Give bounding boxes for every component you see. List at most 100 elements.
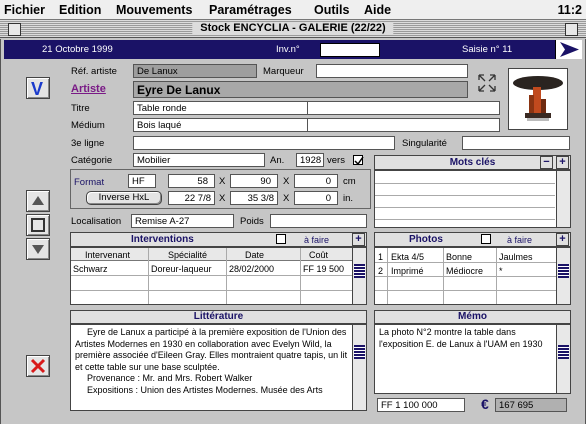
price-euro-field[interactable]: 167 695 — [495, 398, 567, 412]
interventions-scrollbar[interactable] — [352, 248, 366, 304]
titre-field-2[interactable] — [307, 101, 500, 115]
photo-quality: Médiocre — [446, 266, 484, 276]
plus-icon: + — [355, 233, 362, 245]
memo-header: Mémo — [374, 310, 571, 324]
mots-cles-add-button[interactable]: + — [556, 156, 569, 169]
litterature-paragraph: Eyre de Lanux a participé à la première … — [75, 327, 348, 372]
marqueur-field[interactable] — [316, 64, 468, 78]
inv-label: Inv.n° — [276, 44, 300, 55]
arrow-up-icon — [32, 196, 44, 205]
ligne3-label: 3e ligne — [71, 138, 105, 149]
litterature-textarea[interactable]: Eyre de Lanux a participé à la première … — [70, 324, 367, 411]
photos-a-faire-label: à faire — [507, 235, 533, 245]
interventions-table[interactable]: Intervenant Spécialité Date Coût Schwarz… — [70, 247, 367, 305]
window-close-box[interactable] — [8, 23, 21, 36]
table-row[interactable]: 1 Ekta 4/5 Bonne Jaulmes — [375, 250, 556, 263]
poids-field[interactable] — [270, 214, 367, 228]
row-specialite: Doreur-laqueur — [151, 264, 212, 274]
photo-num: 2 — [378, 266, 384, 276]
memo-textarea[interactable]: La photo N°2 montre la table dans l'expo… — [374, 324, 571, 394]
singularite-field[interactable] — [462, 136, 570, 150]
width-cm-field[interactable]: 90 — [230, 174, 278, 188]
width-in-field[interactable]: 35 3/8 — [230, 191, 278, 205]
next-record-button[interactable] — [26, 238, 50, 260]
scroll-thumb[interactable] — [354, 264, 365, 278]
menu-clock: 11:2 — [557, 3, 582, 17]
photos-a-faire-checkbox[interactable] — [481, 234, 491, 244]
photo-type: Imprimé — [391, 266, 424, 276]
table-row[interactable]: Schwarz Doreur-laqueur 28/02/2000 FF 19 … — [71, 262, 352, 276]
menu-bar: Fichier Edition Mouvements Paramétrages … — [0, 0, 586, 20]
next-record-arrow-icon[interactable] — [555, 40, 582, 59]
depth-cm-field[interactable]: 0 — [294, 174, 338, 188]
medium-field[interactable]: Bois laqué — [133, 118, 308, 132]
menu-parametrages[interactable]: Paramétrages — [209, 3, 292, 17]
in-unit: in. — [343, 193, 354, 204]
scroll-thumb[interactable] — [354, 345, 365, 359]
height-in-field[interactable]: 22 7/8 — [168, 191, 215, 205]
ref-artiste-field[interactable]: De Lanux — [133, 64, 257, 78]
photos-add-button[interactable]: + — [556, 233, 569, 246]
mots-cles-list[interactable] — [374, 170, 571, 228]
scroll-thumb[interactable] — [558, 264, 569, 278]
previous-record-button[interactable] — [26, 190, 50, 212]
categorie-label: Catégorie — [71, 155, 113, 166]
artwork-thumbnail[interactable] — [508, 68, 568, 130]
menu-fichier[interactable]: Fichier — [4, 3, 45, 17]
interventions-a-faire-checkbox[interactable] — [276, 234, 286, 244]
interventions-column-header: Intervenant Spécialité Date Coût — [71, 248, 352, 261]
categorie-field[interactable]: Mobilier — [133, 153, 265, 167]
inverse-hxl-button[interactable]: Inverse HxL — [86, 191, 162, 205]
svg-text:V: V — [31, 79, 43, 98]
table-row[interactable]: 2 Imprimé Médiocre * — [375, 263, 556, 277]
vers-checkbox[interactable] — [353, 155, 364, 166]
photos-title: Photos — [409, 234, 443, 245]
window-zoom-box[interactable] — [565, 23, 578, 36]
litterature-header: Littérature — [70, 310, 367, 324]
ref-artiste-label: Réf. artiste — [71, 66, 117, 77]
mots-cles-scrollbar[interactable] — [556, 171, 570, 227]
menu-mouvements[interactable]: Mouvements — [116, 3, 192, 17]
depth-in-field[interactable]: 0 — [294, 191, 338, 205]
litterature-paragraph: Provenance : Mr. and Mrs. Robert Walker — [87, 373, 253, 383]
vers-label: vers — [327, 155, 345, 166]
medium-field-2[interactable] — [307, 118, 500, 132]
plus-icon: + — [559, 233, 566, 245]
validate-button[interactable]: V — [26, 77, 50, 99]
artiste-field[interactable]: Eyre De Lanux — [133, 81, 468, 98]
red-x-icon — [30, 358, 46, 374]
x-separator: X — [283, 193, 290, 204]
interventions-title: Interventions — [131, 234, 194, 245]
stop-button[interactable] — [26, 214, 50, 236]
price-ff-value: 1 100 000 — [395, 400, 438, 411]
ligne3-field[interactable] — [133, 136, 395, 150]
memo-scrollbar[interactable] — [556, 325, 570, 393]
mots-cles-remove-button[interactable]: − — [540, 156, 553, 169]
height-cm-field[interactable]: 58 — [168, 174, 215, 188]
photo-quality: Bonne — [446, 252, 473, 262]
litterature-scrollbar[interactable] — [352, 325, 366, 410]
window-title-bar[interactable]: Stock ENCYCLIA - GALERIE (22/22) — [0, 20, 586, 38]
mots-cles-title: Mots clés — [449, 157, 496, 168]
photos-scrollbar[interactable] — [556, 248, 570, 304]
price-ff-field[interactable]: FF 1 100 000 — [377, 398, 465, 412]
scroll-thumb[interactable] — [558, 345, 569, 359]
photos-table[interactable]: 1 Ekta 4/5 Bonne Jaulmes 2 Imprimé Médio… — [374, 247, 571, 305]
memo-title: Mémo — [458, 311, 487, 322]
menu-edition[interactable]: Edition — [59, 3, 101, 17]
titre-field[interactable]: Table ronde — [133, 101, 308, 115]
menu-aide[interactable]: Aide — [364, 3, 391, 17]
localisation-field[interactable]: Remise A-27 — [131, 214, 234, 228]
format-field[interactable]: HF — [128, 174, 156, 188]
expand-icon[interactable] — [476, 72, 498, 94]
litterature-title: Littérature — [193, 311, 244, 322]
format-label: Format — [74, 177, 105, 188]
delete-button[interactable] — [26, 355, 50, 377]
poids-label: Poids — [240, 216, 264, 227]
menu-outils[interactable]: Outils — [314, 3, 349, 17]
interventions-add-button[interactable]: + — [352, 233, 365, 246]
inv-input[interactable] — [320, 43, 380, 57]
interventions-a-faire-label: à faire — [304, 235, 330, 245]
annee-field[interactable]: 1928 — [296, 153, 324, 167]
artiste-link[interactable]: Artiste — [71, 83, 106, 95]
